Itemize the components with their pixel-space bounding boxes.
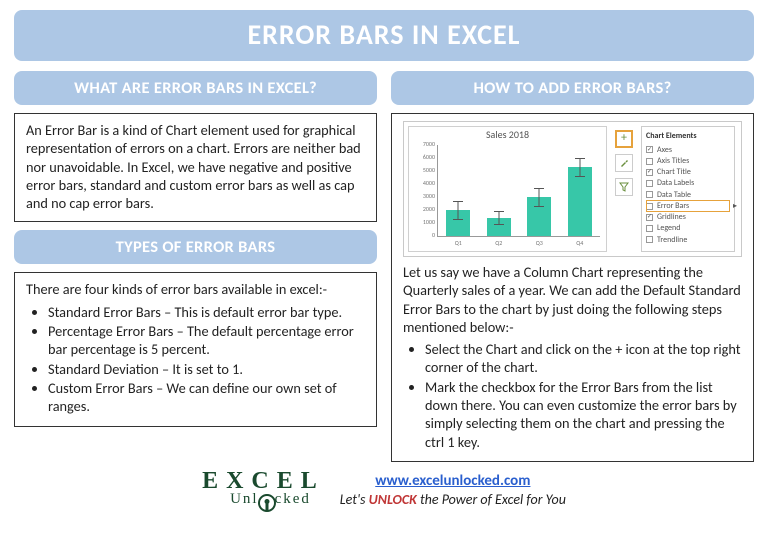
chart-element-option[interactable]: Trendline bbox=[646, 234, 730, 245]
list-item: Select the Chart and click on the + icon… bbox=[425, 340, 742, 377]
y-tick: 7000 bbox=[423, 141, 435, 149]
logo: E X C E L Unl cked bbox=[202, 471, 318, 509]
chart-bar bbox=[568, 167, 592, 236]
chart-element-option[interactable]: Chart Title bbox=[646, 167, 730, 178]
logo-top: E X C E L bbox=[202, 471, 318, 491]
checkbox-icon[interactable] bbox=[646, 203, 653, 210]
chart-element-label: Legend bbox=[657, 223, 680, 233]
chart-styles-brush-button[interactable] bbox=[615, 154, 633, 172]
y-tick: 5000 bbox=[423, 167, 435, 175]
chart-element-label: Error Bars bbox=[657, 201, 689, 211]
how-intro: Let us say we have a Column Chart repres… bbox=[403, 263, 742, 336]
chart-elements-panel: Chart Elements AxesAxis TitlesChart Titl… bbox=[641, 126, 735, 252]
y-tick: 3000 bbox=[423, 193, 435, 201]
tagline-before: Let's bbox=[340, 491, 369, 508]
chart-elements-panel-title: Chart Elements bbox=[646, 131, 730, 141]
chart-element-label: Data Table bbox=[657, 190, 691, 200]
chart-element-label: Axes bbox=[657, 145, 672, 155]
site-link[interactable]: www.excelunlocked.com bbox=[375, 472, 530, 490]
chart-area: Sales 2018 01000200030004000500060007000… bbox=[408, 126, 607, 252]
chart-element-label: Trendline bbox=[657, 235, 687, 245]
chart-bar bbox=[487, 218, 511, 236]
checkbox-icon[interactable] bbox=[646, 158, 653, 165]
list-item: Custom Error Bars – We can define our ow… bbox=[48, 379, 365, 416]
chart-elements-plus-button[interactable]: + bbox=[615, 130, 633, 148]
logo-bottom-right: cked bbox=[275, 493, 311, 506]
chart-title: Sales 2018 bbox=[409, 129, 606, 142]
types-intro: There are four kinds of error bars avail… bbox=[26, 280, 365, 298]
chart-element-label: Gridlines bbox=[657, 212, 686, 222]
tagline-after: the Power of Excel for You bbox=[417, 491, 566, 508]
chart-filter-funnel-button[interactable] bbox=[615, 178, 633, 196]
funnel-icon bbox=[619, 182, 629, 192]
footer-text: www.excelunlocked.com Let's UNLOCK the P… bbox=[340, 471, 566, 509]
chart-element-label: Data Labels bbox=[657, 178, 694, 188]
y-tick: 0 bbox=[432, 232, 435, 240]
checkbox-icon[interactable] bbox=[646, 236, 653, 243]
x-tick: Q2 bbox=[495, 240, 502, 248]
chart-bar bbox=[446, 210, 470, 236]
page-title: ERROR BARS IN EXCEL bbox=[14, 10, 754, 61]
chart-element-option[interactable]: Error Bars▸ bbox=[646, 200, 730, 211]
y-tick: 1000 bbox=[423, 219, 435, 227]
y-tick: 2000 bbox=[423, 206, 435, 214]
y-tick: 4000 bbox=[423, 180, 435, 188]
footer: E X C E L Unl cked www.excelunlocked.com … bbox=[14, 471, 754, 509]
heading-types: TYPES OF ERROR BARS bbox=[14, 230, 377, 264]
types-box: There are four kinds of error bars avail… bbox=[14, 272, 377, 426]
logo-bottom-left: Unl bbox=[230, 493, 259, 506]
brush-icon bbox=[619, 158, 629, 168]
checkbox-icon[interactable] bbox=[646, 225, 653, 232]
chart-element-option[interactable]: Data Labels bbox=[646, 178, 730, 189]
chart-plot: 01000200030004000500060007000Q1Q2Q3Q4 bbox=[437, 145, 600, 237]
list-item: Percentage Error Bars – The default perc… bbox=[48, 322, 365, 359]
how-to-box: Sales 2018 01000200030004000500060007000… bbox=[391, 113, 754, 462]
chart-side-buttons: + bbox=[611, 126, 637, 252]
list-item: Standard Error Bars – This is default er… bbox=[48, 303, 365, 321]
chart-bar bbox=[527, 197, 551, 236]
types-list: Standard Error Bars – This is default er… bbox=[26, 303, 365, 416]
keyhole-icon bbox=[258, 494, 276, 512]
x-tick: Q3 bbox=[536, 240, 543, 248]
chart-screenshot: Sales 2018 01000200030004000500060007000… bbox=[403, 121, 742, 257]
list-item: Mark the checkbox for the Error Bars fro… bbox=[425, 378, 742, 451]
checkbox-icon[interactable] bbox=[646, 214, 653, 221]
chart-element-option[interactable]: Legend bbox=[646, 223, 730, 234]
checkbox-icon[interactable] bbox=[646, 146, 653, 153]
checkbox-icon[interactable] bbox=[646, 180, 653, 187]
what-are-body: An Error Bar is a kind of Chart element … bbox=[14, 113, 377, 222]
chart-element-option[interactable]: Axis Titles bbox=[646, 155, 730, 166]
heading-what-are: WHAT ARE ERROR BARS IN EXCEL? bbox=[14, 71, 377, 105]
chart-element-label: Axis Titles bbox=[657, 156, 689, 166]
chart-element-option[interactable]: Gridlines bbox=[646, 212, 730, 223]
tagline: Let's UNLOCK the Power of Excel for You bbox=[340, 491, 566, 508]
list-item: Standard Deviation – It is set to 1. bbox=[48, 360, 365, 378]
y-tick: 6000 bbox=[423, 154, 435, 162]
checkbox-icon[interactable] bbox=[646, 191, 653, 198]
chart-element-option[interactable]: Data Table bbox=[646, 189, 730, 200]
submenu-arrow-icon: ▸ bbox=[733, 201, 737, 211]
tagline-unlock: UNLOCK bbox=[369, 491, 417, 508]
chart-element-label: Chart Title bbox=[657, 167, 691, 177]
checkbox-icon[interactable] bbox=[646, 169, 653, 176]
chart-element-option[interactable]: Axes bbox=[646, 144, 730, 155]
left-column: WHAT ARE ERROR BARS IN EXCEL? An Error B… bbox=[14, 71, 377, 462]
heading-how-to-add: HOW TO ADD ERROR BARS? bbox=[391, 71, 754, 105]
x-tick: Q1 bbox=[455, 240, 462, 248]
x-tick: Q4 bbox=[576, 240, 583, 248]
how-list: Select the Chart and click on the + icon… bbox=[403, 340, 742, 451]
right-column: HOW TO ADD ERROR BARS? Sales 2018 010002… bbox=[391, 71, 754, 462]
columns: WHAT ARE ERROR BARS IN EXCEL? An Error B… bbox=[14, 71, 754, 462]
